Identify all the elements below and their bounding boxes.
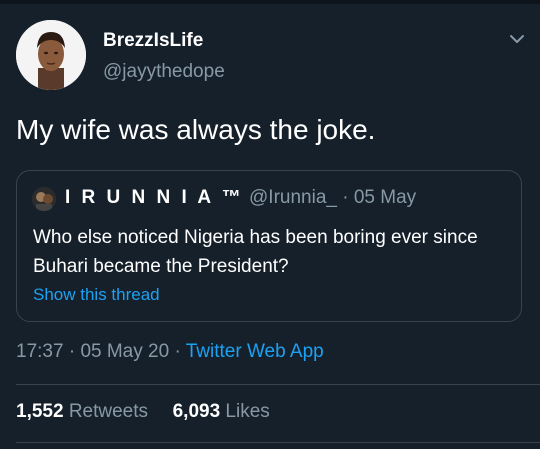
meta-dot: · <box>68 341 76 362</box>
quoted-handle: @Irunnia_ <box>249 187 337 208</box>
tweet-card: BrezzIsLife @jayythedope My wife was alw… <box>0 0 540 449</box>
likes-label: Likes <box>225 401 270 422</box>
retweets-count: 1,552 <box>16 401 64 422</box>
tweet-date[interactable]: 05 May 20 <box>80 341 169 362</box>
quoted-tweet-text: Who else noticed Nigeria has been boring… <box>33 227 478 277</box>
divider <box>16 384 540 385</box>
tweet-time[interactable]: 17:37 <box>16 341 64 362</box>
quoted-date: 05 May <box>353 187 417 208</box>
show-thread-link[interactable]: Show this thread <box>33 285 160 305</box>
author-avatar[interactable] <box>16 20 86 90</box>
likes-stat[interactable]: 6,093 Likes <box>173 401 270 422</box>
quoted-display-name: I R U N N I A ™ <box>65 187 244 208</box>
retweets-label: Retweets <box>68 401 149 422</box>
tweet-meta: 17:37 · 05 May 20 · Twitter Web App <box>16 341 324 363</box>
quoted-separator: · <box>342 187 349 208</box>
tweet-source-link[interactable]: Twitter Web App <box>186 341 324 362</box>
divider <box>16 442 540 443</box>
author-handle[interactable]: @jayythedope <box>103 61 225 83</box>
chevron-down-icon[interactable] <box>508 30 526 48</box>
tweet-text: My wife was always the joke. <box>16 114 376 145</box>
quoted-tweet[interactable]: I R U N N I A ™ @Irunnia_ · 05 May Who e… <box>16 170 522 322</box>
tweet-stats: 1,552 Retweets 6,093 Likes <box>16 401 270 423</box>
user-avatar-icon <box>16 20 86 90</box>
author-display-name[interactable]: BrezzIsLife <box>103 30 203 52</box>
quoted-author-avatar <box>32 187 56 211</box>
meta-dot: · <box>174 341 181 362</box>
quoted-tweet-header: I R U N N I A ™ @Irunnia_ · 05 May <box>65 187 416 209</box>
quoted-user-avatar-icon <box>32 187 56 211</box>
likes-count: 6,093 <box>172 401 221 422</box>
retweets-stat[interactable]: 1,552 Retweets <box>16 401 153 422</box>
top-divider <box>0 0 540 4</box>
